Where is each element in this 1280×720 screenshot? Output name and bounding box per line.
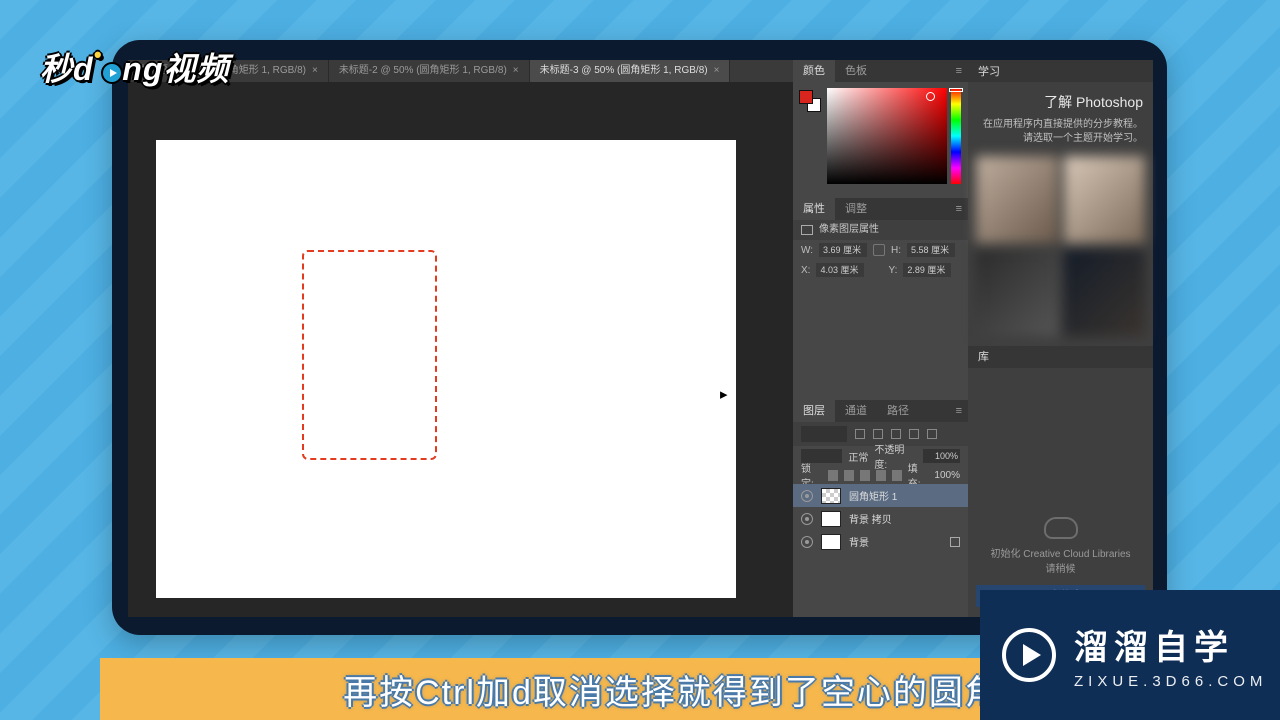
layer-name: 背景 [849,534,869,549]
layer-filter-select[interactable] [801,426,847,442]
tab-channels[interactable]: 通道 [835,400,877,422]
panel-tabs-color: 颜色 色板 ≡ [793,60,968,82]
move-cursor-icon: ▸ [720,385,732,401]
layer-thumbnail[interactable] [821,511,841,527]
layer-name: 圆角矩形 1 [849,488,897,503]
width-field[interactable]: 3.69 厘米 [819,243,867,257]
learn-subtitle: 在应用程序内直接提供的分步教程。请选取一个主题开始学习。 [978,118,1143,146]
layers-panel: 图层 通道 路径 ≡ [793,400,968,617]
filter-icon[interactable] [927,429,937,439]
layer-row[interactable]: 圆角矩形 1 [793,484,968,507]
photoshop-app: 未标题-1 @ 50% (圆角矩形 1, RGB/8)× 未标题-2 @ 50%… [128,60,1153,617]
tab-properties[interactable]: 属性 [793,198,835,220]
document-tab-active[interactable]: 未标题-3 @ 50% (圆角矩形 1, RGB/8)× [530,60,731,82]
pixel-layer-icon [801,225,813,235]
properties-panel: 属性 调整 ≡ 像素图层属性 W: 3.69 厘米 H: 5.58 厘米 [793,198,968,400]
lock-icon[interactable] [860,470,870,481]
filter-icon[interactable] [909,429,919,439]
filter-icon[interactable] [891,429,901,439]
close-icon[interactable]: × [714,65,720,76]
hue-slider[interactable] [951,88,961,184]
cloud-icon [1044,517,1078,539]
lock-icon[interactable] [844,470,854,481]
learn-thumbnails[interactable] [976,156,1145,336]
brand-url: ZIXUE.3D66.COM [1074,673,1267,690]
video-watermark-logo: 秒d•ng视频 [40,44,229,90]
learn-title: 了解 Photoshop [978,92,1143,112]
lock-icon [950,537,960,547]
layer-thumbnail[interactable] [821,488,841,504]
link-wh-icon[interactable] [873,244,885,256]
laptop-frame: 未标题-1 @ 50% (圆角矩形 1, RGB/8)× 未标题-2 @ 50%… [112,40,1167,635]
canvas-area: ▸ [128,82,795,617]
y-field[interactable]: 2.89 厘米 [903,263,951,277]
visibility-icon[interactable] [801,536,813,548]
color-panel [793,82,968,198]
layer-thumbnail[interactable] [821,534,841,550]
rounded-rectangle-shape[interactable] [302,250,437,460]
lock-icon[interactable] [892,470,902,481]
subtitle-text: 再按Ctrl加d取消选择就得到了空心的圆角矩 [343,665,1037,714]
brand-title: 溜溜自学 [1074,620,1267,669]
tab-color[interactable]: 颜色 [793,60,835,82]
filter-icon[interactable] [855,429,865,439]
tab-paths[interactable]: 路径 [877,400,919,422]
fill-field[interactable]: 100% [934,470,960,481]
close-icon[interactable]: × [513,65,519,76]
lock-icon[interactable] [828,470,838,481]
fg-bg-swatch[interactable] [799,90,821,112]
filter-icon[interactable] [873,429,883,439]
visibility-icon[interactable] [801,490,813,502]
panel-menu-icon[interactable]: ≡ [950,60,968,82]
visibility-icon[interactable] [801,513,813,525]
brand-badge: 溜溜自学 ZIXUE.3D66.COM [980,590,1280,720]
layer-row[interactable]: 背景 [793,530,968,553]
color-field[interactable] [827,88,947,184]
panel-menu-icon[interactable]: ≡ [950,400,968,422]
play-icon [1002,628,1056,682]
x-field[interactable]: 4.03 厘米 [816,263,864,277]
panel-menu-icon[interactable]: ≡ [950,198,968,220]
tab-learn[interactable]: 学习 [978,63,1000,79]
lock-icon[interactable] [876,470,886,481]
tab-adjustments[interactable]: 调整 [835,198,877,220]
close-icon[interactable]: × [312,65,318,76]
document-tab[interactable]: 未标题-2 @ 50% (圆角矩形 1, RGB/8)× [329,60,530,82]
tab-libraries[interactable]: 库 [978,351,989,363]
layer-name: 背景 拷贝 [849,511,892,526]
tab-swatches[interactable]: 色板 [835,60,877,82]
canvas[interactable]: ▸ [156,140,736,598]
tab-layers[interactable]: 图层 [793,400,835,422]
properties-title: 像素图层属性 [819,220,879,240]
height-field[interactable]: 5.58 厘米 [907,243,955,257]
layer-row[interactable]: 背景 拷贝 [793,507,968,530]
